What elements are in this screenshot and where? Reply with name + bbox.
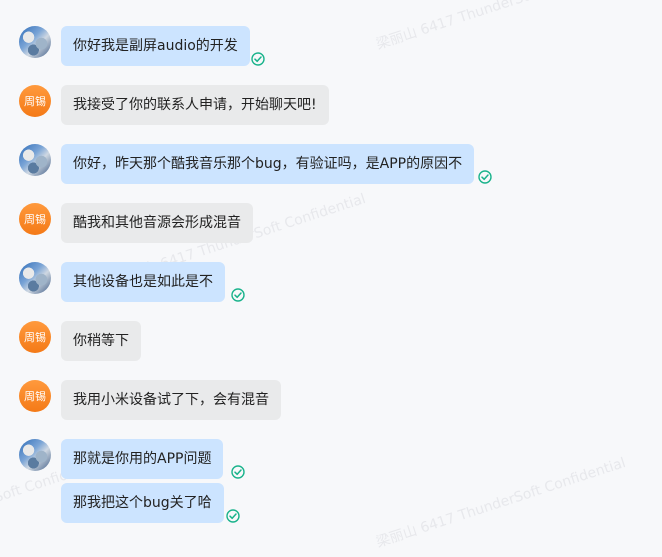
avatar[interactable] <box>19 439 51 471</box>
read-check-icon <box>231 465 245 479</box>
message-bubble[interactable]: 其他设备也是如此是不 <box>61 262 225 302</box>
avatar[interactable]: 周锡 <box>19 380 51 412</box>
message-bubble[interactable]: 我用小米设备试了下，会有混音 <box>61 380 281 420</box>
avatar[interactable]: 周锡 <box>19 321 51 353</box>
chat-panel: 梁丽山 6417 ThunderSoft Confidential 梁丽山 64… <box>0 0 662 557</box>
watermark: 梁丽山 6417 ThunderSoft Confidential <box>374 0 628 53</box>
read-check-icon <box>231 288 245 302</box>
avatar[interactable] <box>19 262 51 294</box>
read-check-icon <box>478 170 492 184</box>
message-bubble[interactable]: 你好，昨天那个酷我音乐那个bug，有验证吗，是APP的原因不 <box>61 144 475 184</box>
avatar[interactable]: 周锡 <box>19 85 51 117</box>
message-bubble[interactable]: 你好我是副屏audio的开发 <box>61 26 250 66</box>
message-bubble[interactable]: 那我把这个bug关了哈 <box>61 483 224 523</box>
message-bubble[interactable]: 你稍等下 <box>61 321 141 361</box>
message-bubble[interactable]: 我接受了你的联系人申请，开始聊天吧! <box>61 85 329 125</box>
watermark: 梁丽山 6417 ThunderSoft Confidential <box>374 454 628 551</box>
message-bubble[interactable]: 酷我和其他音源会形成混音 <box>61 203 253 243</box>
read-check-icon <box>226 509 240 523</box>
message-bubble[interactable]: 那就是你用的APP问题 <box>61 439 224 479</box>
avatar[interactable] <box>19 144 51 176</box>
avatar[interactable]: 周锡 <box>19 203 51 235</box>
read-check-icon <box>251 52 265 66</box>
avatar[interactable] <box>19 26 51 58</box>
